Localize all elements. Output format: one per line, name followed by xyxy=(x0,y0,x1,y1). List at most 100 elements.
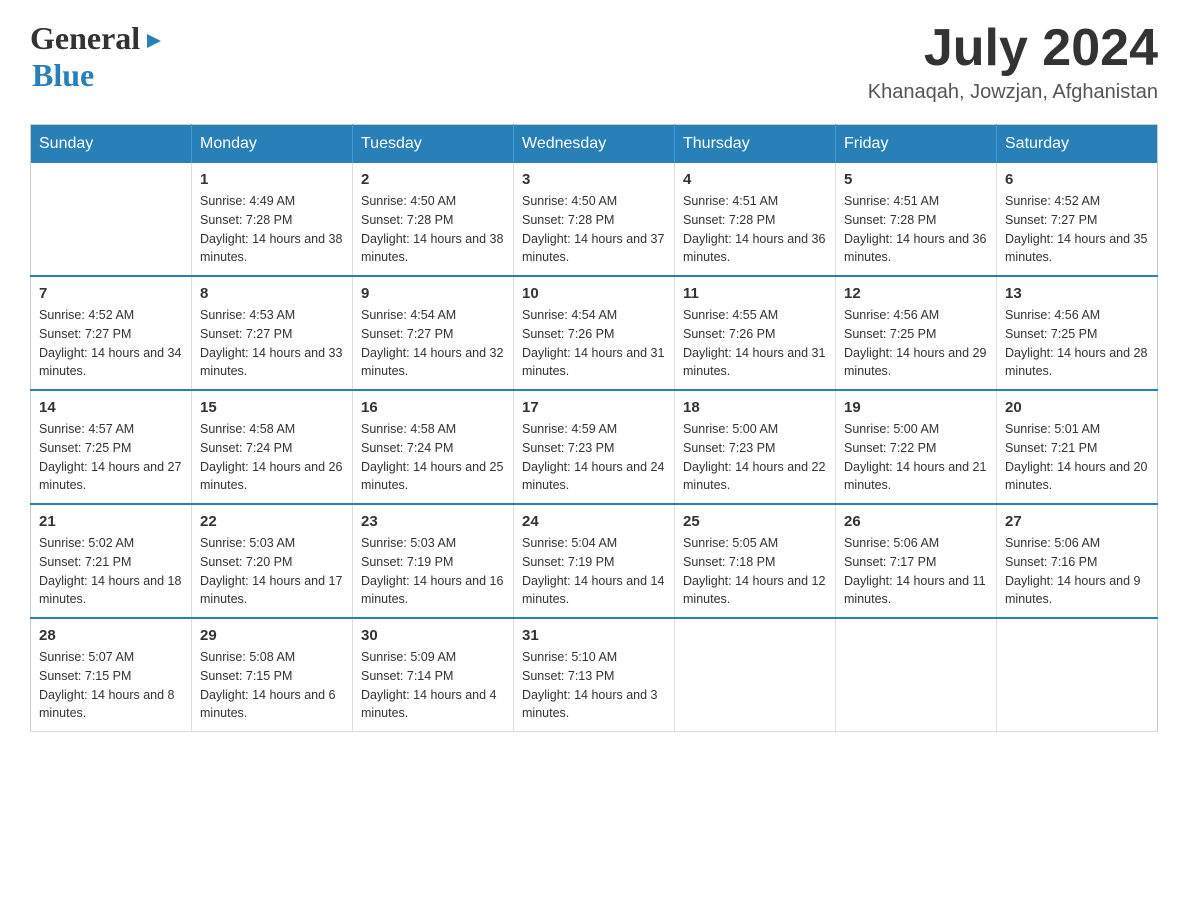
day-number: 20 xyxy=(1005,399,1149,416)
day-number: 12 xyxy=(844,285,988,302)
table-row: 31 Sunrise: 5:10 AMSunset: 7:13 PMDayligh… xyxy=(514,618,675,732)
day-number: 31 xyxy=(522,627,666,644)
day-number: 17 xyxy=(522,399,666,416)
day-info: Sunrise: 4:51 AMSunset: 7:28 PMDaylight:… xyxy=(844,192,988,267)
day-number: 9 xyxy=(361,285,505,302)
table-row: 13 Sunrise: 4:56 AMSunset: 7:25 PMDayligh… xyxy=(997,276,1158,390)
day-number: 23 xyxy=(361,513,505,530)
day-info: Sunrise: 5:04 AMSunset: 7:19 PMDaylight:… xyxy=(522,534,666,609)
table-row: 3 Sunrise: 4:50 AMSunset: 7:28 PMDaylight… xyxy=(514,163,675,276)
col-thursday: Thursday xyxy=(675,125,836,164)
day-number: 7 xyxy=(39,285,183,302)
table-row: 2Sunrise: 4:50 AMSunset: 7:28 PMDaylight… xyxy=(353,163,514,276)
logo-blue-text: Blue xyxy=(32,57,94,93)
day-number: 15 xyxy=(200,399,344,416)
day-info: Sunrise: 5:06 AMSunset: 7:17 PMDaylight:… xyxy=(844,534,988,609)
calendar-header-row: Sunday Monday Tuesday Wednesday Thursday… xyxy=(31,125,1158,164)
day-info: Sunrise: 5:03 AMSunset: 7:20 PMDaylight:… xyxy=(200,534,344,609)
table-row: 17Sunrise: 4:59 AMSunset: 7:23 PMDayligh… xyxy=(514,390,675,504)
day-info: Sunrise: 5:00 AMSunset: 7:23 PMDaylight:… xyxy=(683,420,827,495)
table-row: 21Sunrise: 5:02 AMSunset: 7:21 PMDayligh… xyxy=(31,504,192,618)
calendar-week-row: 7 Sunrise: 4:52 AMSunset: 7:27 PMDaylight… xyxy=(31,276,1158,390)
table-row: 1Sunrise: 4:49 AMSunset: 7:28 PMDaylight… xyxy=(192,163,353,276)
day-number: 16 xyxy=(361,399,505,416)
calendar-week-row: 21Sunrise: 5:02 AMSunset: 7:21 PMDayligh… xyxy=(31,504,1158,618)
day-info: Sunrise: 4:55 AMSunset: 7:26 PMDaylight:… xyxy=(683,306,827,381)
day-number: 8 xyxy=(200,285,344,302)
day-info: Sunrise: 4:50 AMSunset: 7:28 PMDaylight:… xyxy=(522,192,666,267)
logo-general-text: General xyxy=(30,20,140,57)
day-number: 19 xyxy=(844,399,988,416)
table-row: 15 Sunrise: 4:58 AMSunset: 7:24 PMDayligh… xyxy=(192,390,353,504)
location-subtitle: Khanaqah, Jowzjan, Afghanistan xyxy=(868,81,1158,104)
calendar-week-row: 28 Sunrise: 5:07 AMSunset: 7:15 PMDayligh… xyxy=(31,618,1158,732)
day-info: Sunrise: 5:08 AMSunset: 7:15 PMDaylight:… xyxy=(200,648,344,723)
table-row: 8 Sunrise: 4:53 AMSunset: 7:27 PMDaylight… xyxy=(192,276,353,390)
col-monday: Monday xyxy=(192,125,353,164)
day-info: Sunrise: 4:50 AMSunset: 7:28 PMDaylight:… xyxy=(361,192,505,267)
day-info: Sunrise: 5:09 AMSunset: 7:14 PMDaylight:… xyxy=(361,648,505,723)
day-number: 11 xyxy=(683,285,827,302)
day-number: 18 xyxy=(683,399,827,416)
day-info: Sunrise: 5:06 AMSunset: 7:16 PMDaylight:… xyxy=(1005,534,1149,609)
day-info: Sunrise: 4:51 AMSunset: 7:28 PMDaylight:… xyxy=(683,192,827,267)
table-row: 20 Sunrise: 5:01 AMSunset: 7:21 PMDayligh… xyxy=(997,390,1158,504)
table-row: 16 Sunrise: 4:58 AMSunset: 7:24 PMDayligh… xyxy=(353,390,514,504)
day-info: Sunrise: 4:58 AMSunset: 7:24 PMDaylight:… xyxy=(200,420,344,495)
table-row xyxy=(31,163,192,276)
table-row: 18 Sunrise: 5:00 AMSunset: 7:23 PMDayligh… xyxy=(675,390,836,504)
day-info: Sunrise: 5:10 AMSunset: 7:13 PMDaylight:… xyxy=(522,648,666,723)
table-row: 14Sunrise: 4:57 AMSunset: 7:25 PMDayligh… xyxy=(31,390,192,504)
table-row: 7 Sunrise: 4:52 AMSunset: 7:27 PMDaylight… xyxy=(31,276,192,390)
table-row: 26Sunrise: 5:06 AMSunset: 7:17 PMDayligh… xyxy=(836,504,997,618)
day-info: Sunrise: 4:56 AMSunset: 7:25 PMDaylight:… xyxy=(1005,306,1149,381)
day-info: Sunrise: 4:58 AMSunset: 7:24 PMDaylight:… xyxy=(361,420,505,495)
table-row: 12 Sunrise: 4:56 AMSunset: 7:25 PMDayligh… xyxy=(836,276,997,390)
col-sunday: Sunday xyxy=(31,125,192,164)
day-number: 25 xyxy=(683,513,827,530)
day-info: Sunrise: 4:54 AMSunset: 7:27 PMDaylight:… xyxy=(361,306,505,381)
day-info: Sunrise: 4:52 AMSunset: 7:27 PMDaylight:… xyxy=(1005,192,1149,267)
day-info: Sunrise: 5:05 AMSunset: 7:18 PMDaylight:… xyxy=(683,534,827,609)
day-number: 13 xyxy=(1005,285,1149,302)
day-number: 22 xyxy=(200,513,344,530)
page-header: General Blue July 2024 Khanaqah, Jowzjan… xyxy=(30,20,1158,104)
col-friday: Friday xyxy=(836,125,997,164)
table-row xyxy=(675,618,836,732)
day-number: 30 xyxy=(361,627,505,644)
day-number: 28 xyxy=(39,627,183,644)
day-info: Sunrise: 5:01 AMSunset: 7:21 PMDaylight:… xyxy=(1005,420,1149,495)
day-info: Sunrise: 5:07 AMSunset: 7:15 PMDaylight:… xyxy=(39,648,183,723)
table-row: 28 Sunrise: 5:07 AMSunset: 7:15 PMDayligh… xyxy=(31,618,192,732)
day-info: Sunrise: 4:56 AMSunset: 7:25 PMDaylight:… xyxy=(844,306,988,381)
day-number: 10 xyxy=(522,285,666,302)
day-number: 4 xyxy=(683,171,827,188)
table-row: 30 Sunrise: 5:09 AMSunset: 7:14 PMDayligh… xyxy=(353,618,514,732)
title-block: July 2024 Khanaqah, Jowzjan, Afghanistan xyxy=(868,20,1158,104)
day-info: Sunrise: 4:52 AMSunset: 7:27 PMDaylight:… xyxy=(39,306,183,381)
day-info: Sunrise: 4:49 AMSunset: 7:28 PMDaylight:… xyxy=(200,192,344,267)
table-row: 6 Sunrise: 4:52 AMSunset: 7:27 PMDaylight… xyxy=(997,163,1158,276)
col-wednesday: Wednesday xyxy=(514,125,675,164)
table-row: 23Sunrise: 5:03 AMSunset: 7:19 PMDayligh… xyxy=(353,504,514,618)
table-row: 4 Sunrise: 4:51 AMSunset: 7:28 PMDaylight… xyxy=(675,163,836,276)
day-number: 24 xyxy=(522,513,666,530)
table-row: 24 Sunrise: 5:04 AMSunset: 7:19 PMDayligh… xyxy=(514,504,675,618)
day-number: 6 xyxy=(1005,171,1149,188)
calendar-week-row: 1Sunrise: 4:49 AMSunset: 7:28 PMDaylight… xyxy=(31,163,1158,276)
day-info: Sunrise: 4:53 AMSunset: 7:27 PMDaylight:… xyxy=(200,306,344,381)
col-tuesday: Tuesday xyxy=(353,125,514,164)
calendar-table: Sunday Monday Tuesday Wednesday Thursday… xyxy=(30,124,1158,732)
logo-arrow-icon xyxy=(143,30,165,52)
table-row: 10 Sunrise: 4:54 AMSunset: 7:26 PMDayligh… xyxy=(514,276,675,390)
month-year-title: July 2024 xyxy=(868,20,1158,77)
day-number: 29 xyxy=(200,627,344,644)
day-number: 3 xyxy=(522,171,666,188)
table-row: 11 Sunrise: 4:55 AMSunset: 7:26 PMDayligh… xyxy=(675,276,836,390)
table-row: 19Sunrise: 5:00 AMSunset: 7:22 PMDayligh… xyxy=(836,390,997,504)
table-row: 27Sunrise: 5:06 AMSunset: 7:16 PMDayligh… xyxy=(997,504,1158,618)
col-saturday: Saturday xyxy=(997,125,1158,164)
day-info: Sunrise: 4:54 AMSunset: 7:26 PMDaylight:… xyxy=(522,306,666,381)
table-row xyxy=(997,618,1158,732)
table-row: 5Sunrise: 4:51 AMSunset: 7:28 PMDaylight… xyxy=(836,163,997,276)
